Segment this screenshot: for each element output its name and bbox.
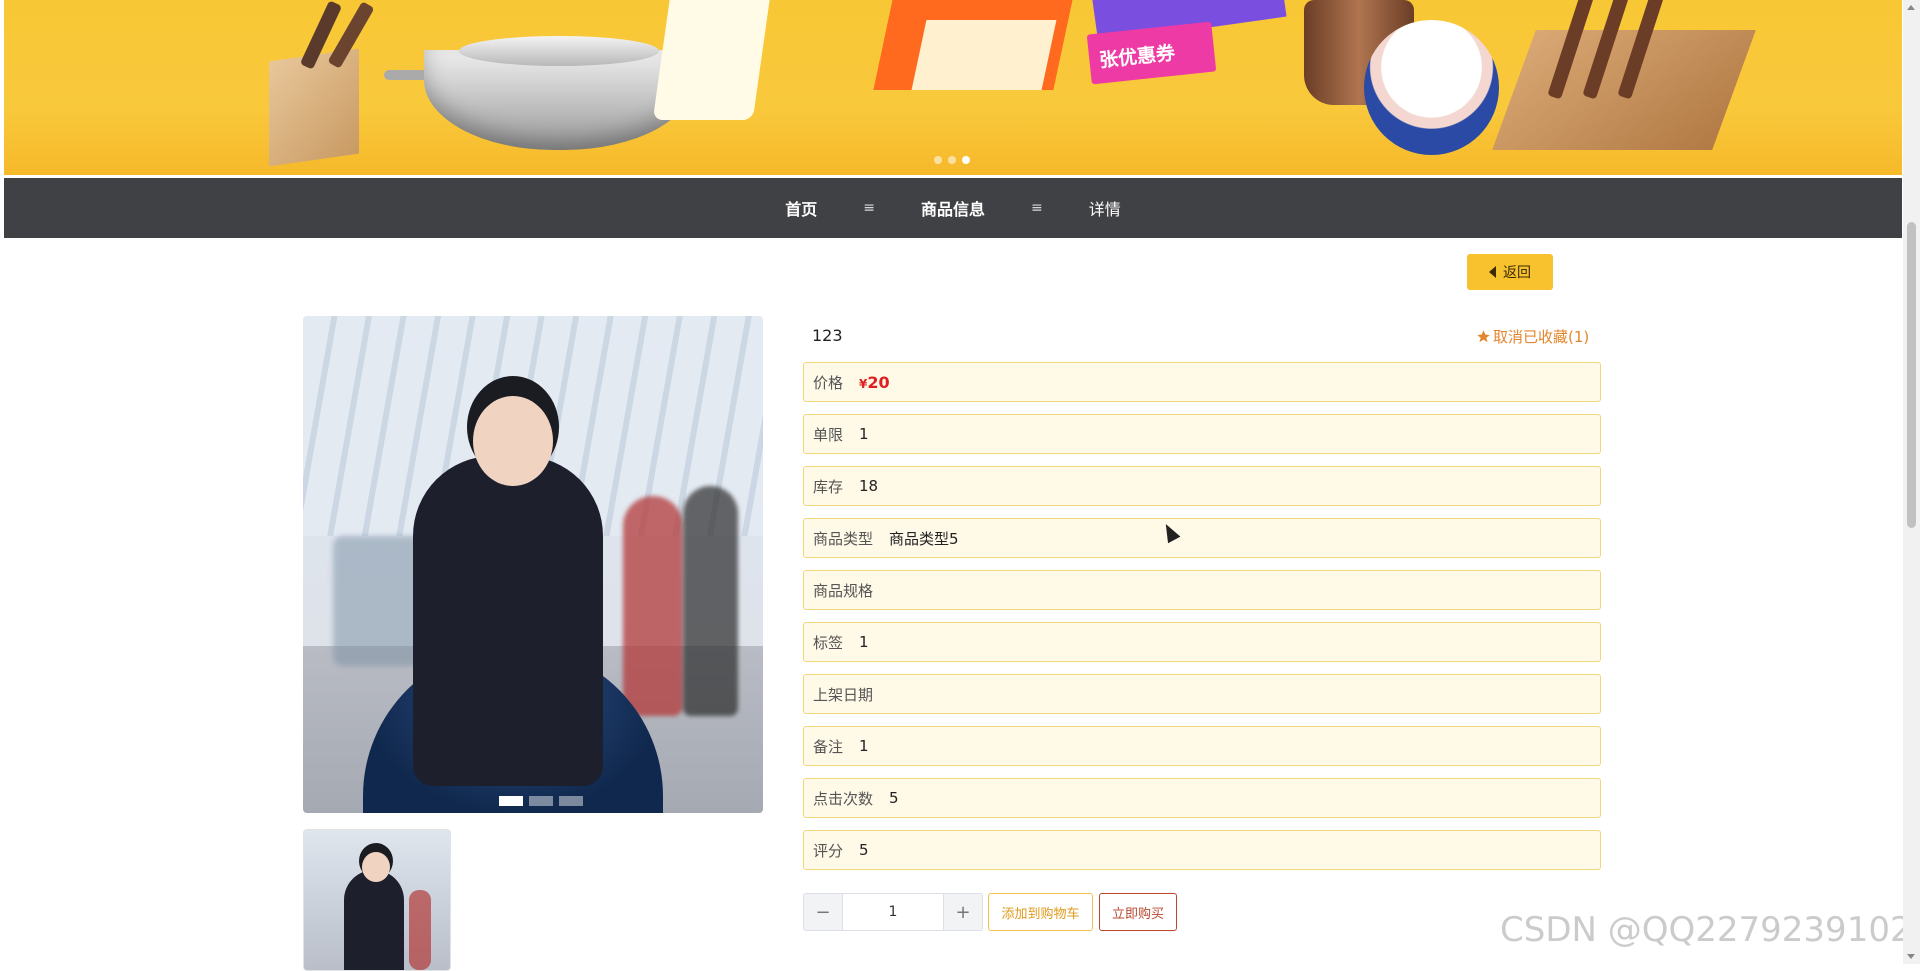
quantity-decrease-button[interactable]: − <box>803 893 843 931</box>
image-crowd <box>623 496 683 716</box>
product-main-image[interactable] <box>303 316 763 813</box>
field-label: 单限 <box>813 425 844 444</box>
field-value: 1 <box>859 633 869 651</box>
scroll-down-icon[interactable] <box>1907 954 1915 959</box>
field-tag: 标签 1 <box>803 622 1601 662</box>
image-indicator[interactable] <box>559 796 583 806</box>
field-label: 评分 <box>813 841 844 860</box>
quantity-input[interactable]: 1 <box>843 893 943 931</box>
price-value: ¥20 <box>859 373 890 392</box>
nav-item-home[interactable]: 首页 <box>761 196 841 220</box>
product-thumbnail[interactable] <box>303 829 451 971</box>
field-value: 5 <box>889 789 899 807</box>
field-price: 价格 ¥20 <box>803 362 1601 402</box>
field-spec: 商品规格 <box>803 570 1601 610</box>
field-label: 商品类型 <box>813 529 874 548</box>
price-amount: 20 <box>867 372 890 392</box>
image-crowd <box>333 536 423 666</box>
product-title: 123 <box>812 326 843 345</box>
field-category: 商品类型 商品类型5 <box>803 518 1601 558</box>
page-scrollbar[interactable] <box>1903 0 1920 964</box>
field-clicks: 点击次数 5 <box>803 778 1601 818</box>
carousel-dot[interactable] <box>948 156 956 164</box>
banner-graphic <box>652 0 776 120</box>
field-label: 库存 <box>813 477 844 496</box>
quantity-stepper: − 1 + <box>803 893 983 931</box>
star-icon <box>1477 330 1490 343</box>
image-model <box>413 456 603 786</box>
buy-now-button[interactable]: 立即购买 <box>1099 893 1177 931</box>
image-indicator-active[interactable] <box>499 796 523 806</box>
image-indicator[interactable] <box>529 796 553 806</box>
pot-lid-image <box>459 36 659 66</box>
promo-banner[interactable]: 张优惠券 <box>4 0 1902 175</box>
image-carousel-indicators <box>499 796 583 806</box>
field-label: 标签 <box>813 633 844 652</box>
banner-graphic <box>911 20 1057 90</box>
carousel-dot-active[interactable] <box>962 156 970 164</box>
field-limit: 单限 1 <box>803 414 1601 454</box>
back-button[interactable]: 返回 <box>1467 254 1553 290</box>
nav-separator: ≡ <box>1031 200 1043 216</box>
watermark: CSDN @QQ2279239102 <box>1500 910 1912 950</box>
field-label: 价格 <box>813 373 844 392</box>
scroll-up-icon[interactable] <box>1907 5 1915 10</box>
field-stock: 库存 18 <box>803 466 1601 506</box>
field-rating: 评分 5 <box>803 830 1601 870</box>
lucky-cat-image <box>1364 20 1499 155</box>
scrollbar-thumb[interactable] <box>1907 222 1916 528</box>
field-label: 上架日期 <box>813 685 874 704</box>
field-label: 商品规格 <box>813 581 874 600</box>
carousel-dot[interactable] <box>934 156 942 164</box>
unfavorite-button[interactable]: 取消已收藏(1) <box>1476 326 1589 347</box>
image-crowd <box>683 486 738 716</box>
unfavorite-label: 取消已收藏(1) <box>1493 328 1590 346</box>
field-note: 备注 1 <box>803 726 1601 766</box>
field-value: 18 <box>859 477 879 495</box>
field-value: 5 <box>859 841 869 859</box>
field-value: 商品类型5 <box>889 529 959 548</box>
field-label: 备注 <box>813 737 844 756</box>
nav-separator: ≡ <box>863 200 875 216</box>
back-button-label: 返回 <box>1503 265 1531 281</box>
field-listing-date: 上架日期 <box>803 674 1601 714</box>
field-label: 点击次数 <box>813 789 874 808</box>
quantity-increase-button[interactable]: + <box>943 893 983 931</box>
nav-item-detail[interactable]: 详情 <box>1065 196 1145 220</box>
thumbnail-graphic <box>409 890 431 970</box>
field-value: 1 <box>859 425 869 443</box>
add-to-cart-button[interactable]: 添加到购物车 <box>988 893 1093 931</box>
caret-left-icon <box>1489 266 1496 278</box>
carousel-dots <box>934 156 970 164</box>
thumbnail-graphic <box>344 870 404 970</box>
field-value: 1 <box>859 737 869 755</box>
nav-item-products[interactable]: 商品信息 <box>897 196 1009 220</box>
top-nav: 首页 ≡ 商品信息 ≡ 详情 <box>4 178 1902 238</box>
thumbnail-graphic <box>362 852 390 882</box>
image-model <box>473 396 553 486</box>
